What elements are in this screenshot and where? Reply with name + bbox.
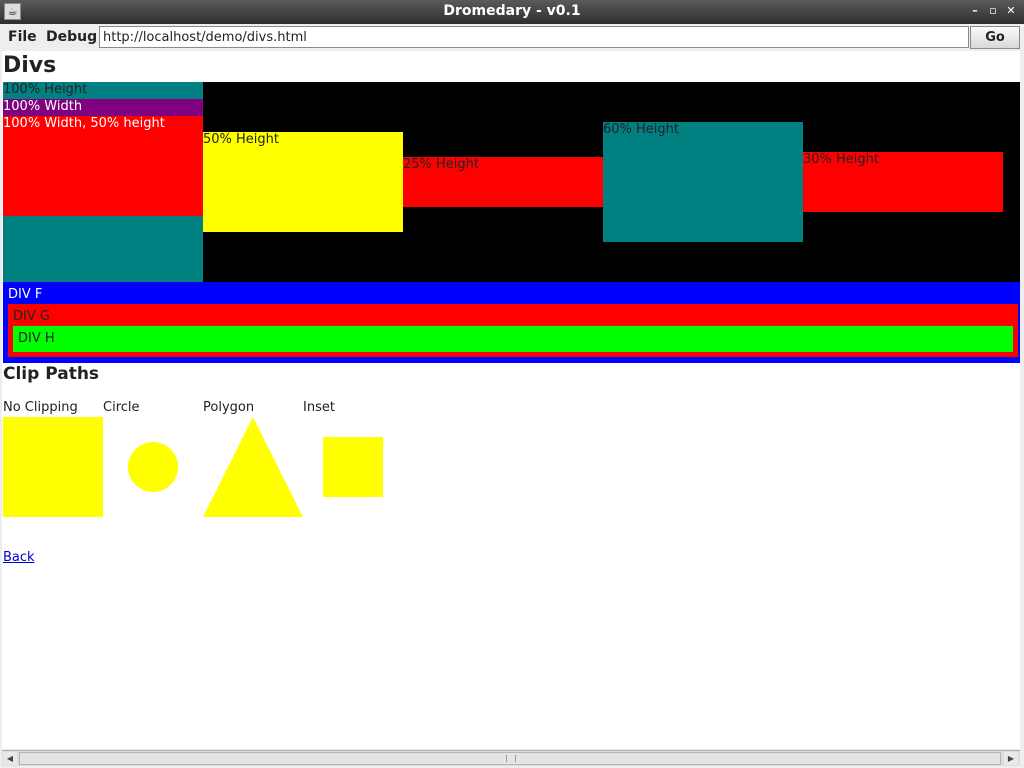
div-50-height [203,132,403,232]
clip-circle [128,442,178,492]
clip-label-circle: Circle [103,400,140,415]
div-g-label: DIV G [13,309,50,324]
div-30-height-label: 30% Height [803,152,880,167]
back-link[interactable]: Back [3,550,35,565]
clip-square [3,417,103,517]
menu-file[interactable]: File [8,29,37,45]
div-25-height-label: 25% Height [403,157,480,172]
page-title: Divs [3,53,57,78]
div-60-height [603,122,803,242]
div-50-height-label: 50% Height [203,132,280,147]
div-100-height-label: 100% Height [3,82,88,97]
clip-label-inset: Inset [303,400,335,415]
menu-bar: File Debug [0,24,98,50]
div-h [13,326,1013,352]
div-f-label: DIV F [8,287,43,302]
window-title: Dromedary - v0.1 [443,3,581,19]
window-titlebar: ☕ Dromedary - v0.1 – ▫ ✕ [0,0,1024,24]
scrollbar-thumb[interactable] [19,752,1001,765]
div-100w-50h-label: 100% Width, 50% height [3,116,165,131]
go-button[interactable]: Go [970,26,1020,49]
horizontal-scrollbar[interactable]: ◀ ▶ [2,750,1020,766]
clip-label-polygon: Polygon [203,400,255,415]
clip-label-no-clipping: No Clipping [3,400,78,415]
div-100-width-label: 100% Width [3,99,83,114]
clip-inset [323,437,383,497]
close-icon[interactable]: ✕ [1004,4,1018,18]
minimize-icon[interactable]: – [968,4,982,18]
div-100-width-50-height [3,116,203,216]
scroll-left-icon[interactable]: ◀ [3,752,17,765]
scroll-right-icon[interactable]: ▶ [1004,752,1018,765]
window-frame: File Debug http://localhost/demo/divs.ht… [0,24,1024,768]
menu-debug[interactable]: Debug [46,29,97,45]
div-h-label: DIV H [18,331,55,346]
div-60-height-label: 60% Height [603,122,680,137]
clip-triangle [203,417,303,517]
url-input[interactable]: http://localhost/demo/divs.html [99,26,969,48]
page-viewport: Divs 100% Height 100% Width 100% Width, … [2,51,1020,749]
maximize-icon[interactable]: ▫ [986,4,1000,18]
scroll-grip-icon [506,755,516,762]
clip-paths-heading: Clip Paths [3,364,100,384]
